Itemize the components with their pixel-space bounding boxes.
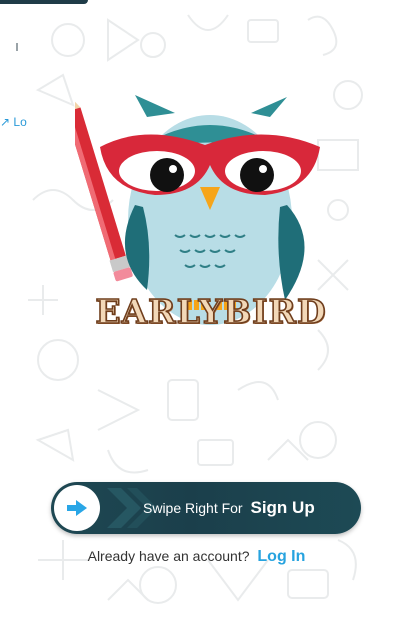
app-brand-title: EARLYBIRD	[95, 291, 327, 332]
pencil-icon	[75, 95, 133, 282]
edge-mark	[16, 43, 18, 51]
swipe-sign-up-slider[interactable]: Swipe Right For Sign Up	[51, 482, 361, 534]
arrow-right-icon	[67, 500, 87, 516]
splash-screen: ↗ Lo EARLYBIRD Swipe Right For Sign Up A…	[0, 0, 393, 628]
top-edge-bar	[0, 0, 88, 4]
swipe-handle[interactable]	[54, 485, 100, 531]
login-question: Already have an account?	[87, 548, 250, 564]
offscreen-link-fragment[interactable]: ↗ Lo	[0, 115, 27, 129]
swipe-label: Swipe Right For Sign Up	[143, 482, 315, 534]
login-prompt: Already have an account? Log In	[0, 548, 393, 566]
swipe-prefix: Swipe Right For	[143, 500, 243, 516]
right-edge-strip	[382, 0, 393, 628]
log-in-link[interactable]: Log In	[257, 548, 305, 565]
swipe-action: Sign Up	[250, 498, 315, 517]
left-edge-strip	[0, 0, 18, 628]
